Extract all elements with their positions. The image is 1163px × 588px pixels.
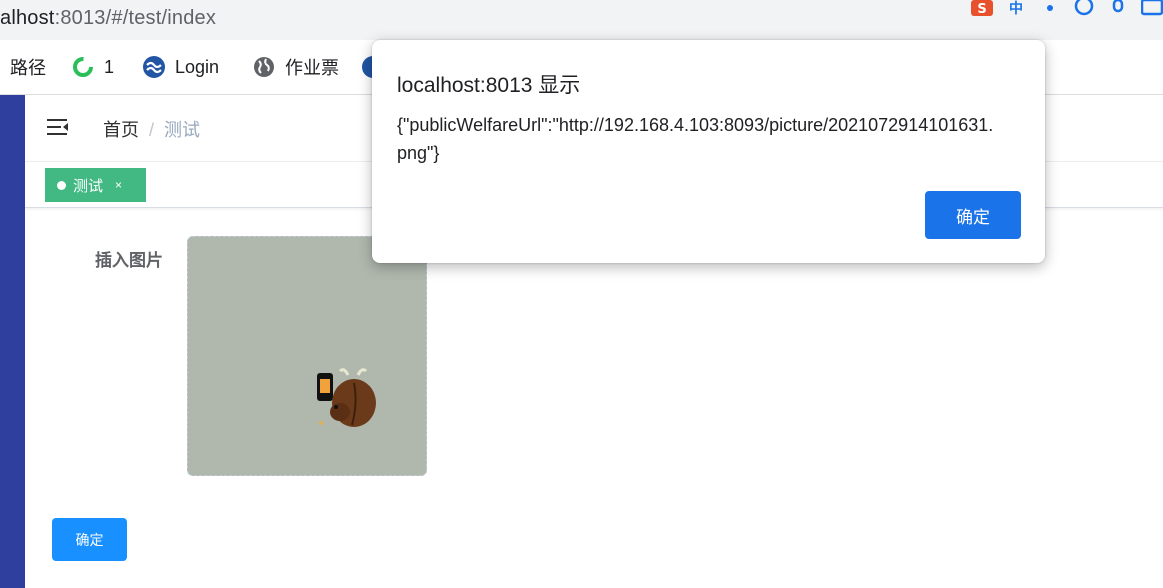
sogou-ime-icon[interactable]: S (971, 0, 993, 16)
breadcrumb-home[interactable]: 首页 (103, 120, 139, 140)
submit-button[interactable]: 确定 (52, 518, 127, 561)
bookmark-1[interactable]: 1 (72, 54, 114, 80)
hamburger-menu-icon[interactable] (47, 117, 69, 137)
bookmark-path[interactable]: 路径 (10, 54, 46, 80)
bookmark-label: 路径 (10, 58, 46, 78)
bookmark-label: 作业票 (285, 58, 339, 78)
browser-address-bar[interactable]: alhost:8013/#/test/index S 中 (0, 0, 1163, 40)
bookmark-label: Login (175, 56, 220, 77)
svg-text:中: 中 (1009, 0, 1023, 16)
breadcrumb-current: 测试 (164, 120, 201, 140)
tag-label: 测试 (73, 177, 104, 195)
globe-icon (254, 57, 274, 77)
breadcrumb-separator: / (149, 120, 155, 140)
dialog-message: {"publicWelfareUrl":"http://192.168.4.10… (397, 115, 994, 163)
tag-test[interactable]: 测试 × (45, 168, 146, 202)
url-text[interactable]: alhost:8013/#/test/index (0, 7, 216, 30)
dialog-ok-button[interactable]: 确定 (925, 191, 1021, 239)
microphone-icon[interactable] (1107, 0, 1129, 16)
bookmark-login[interactable]: Login (143, 54, 219, 80)
insert-image-label: 插入图片 (95, 251, 163, 270)
tag-close-icon[interactable]: × (115, 178, 122, 192)
blue-wave-logo-icon (143, 56, 165, 78)
dialog-title: localhost:8013 显示 (397, 74, 581, 97)
bookmark-label: 1 (104, 56, 115, 77)
image-uploader[interactable] (187, 236, 427, 476)
bookmark-work-ticket[interactable]: 作业票 (253, 54, 339, 80)
keyboard-icon[interactable] (1141, 0, 1163, 16)
system-tray: S 中 (971, 0, 1163, 16)
app-sidebar (0, 95, 25, 588)
breadcrumb: 首页 / 测试 (103, 116, 200, 142)
punctuation-icon[interactable] (1039, 0, 1061, 16)
url-host: alhost (0, 7, 55, 29)
alert-dialog: localhost:8013 显示 {"publicWelfareUrl":"h… (372, 40, 1045, 263)
tag-active-dot (57, 180, 66, 190)
chinese-mode-icon[interactable]: 中 (1005, 0, 1027, 16)
uploaded-image-bear (188, 237, 426, 475)
url-path: :8013/#/test/index (54, 7, 217, 29)
green-ring-icon (73, 57, 93, 77)
svg-text:S: S (977, 2, 986, 16)
emoji-icon[interactable] (1073, 0, 1095, 16)
